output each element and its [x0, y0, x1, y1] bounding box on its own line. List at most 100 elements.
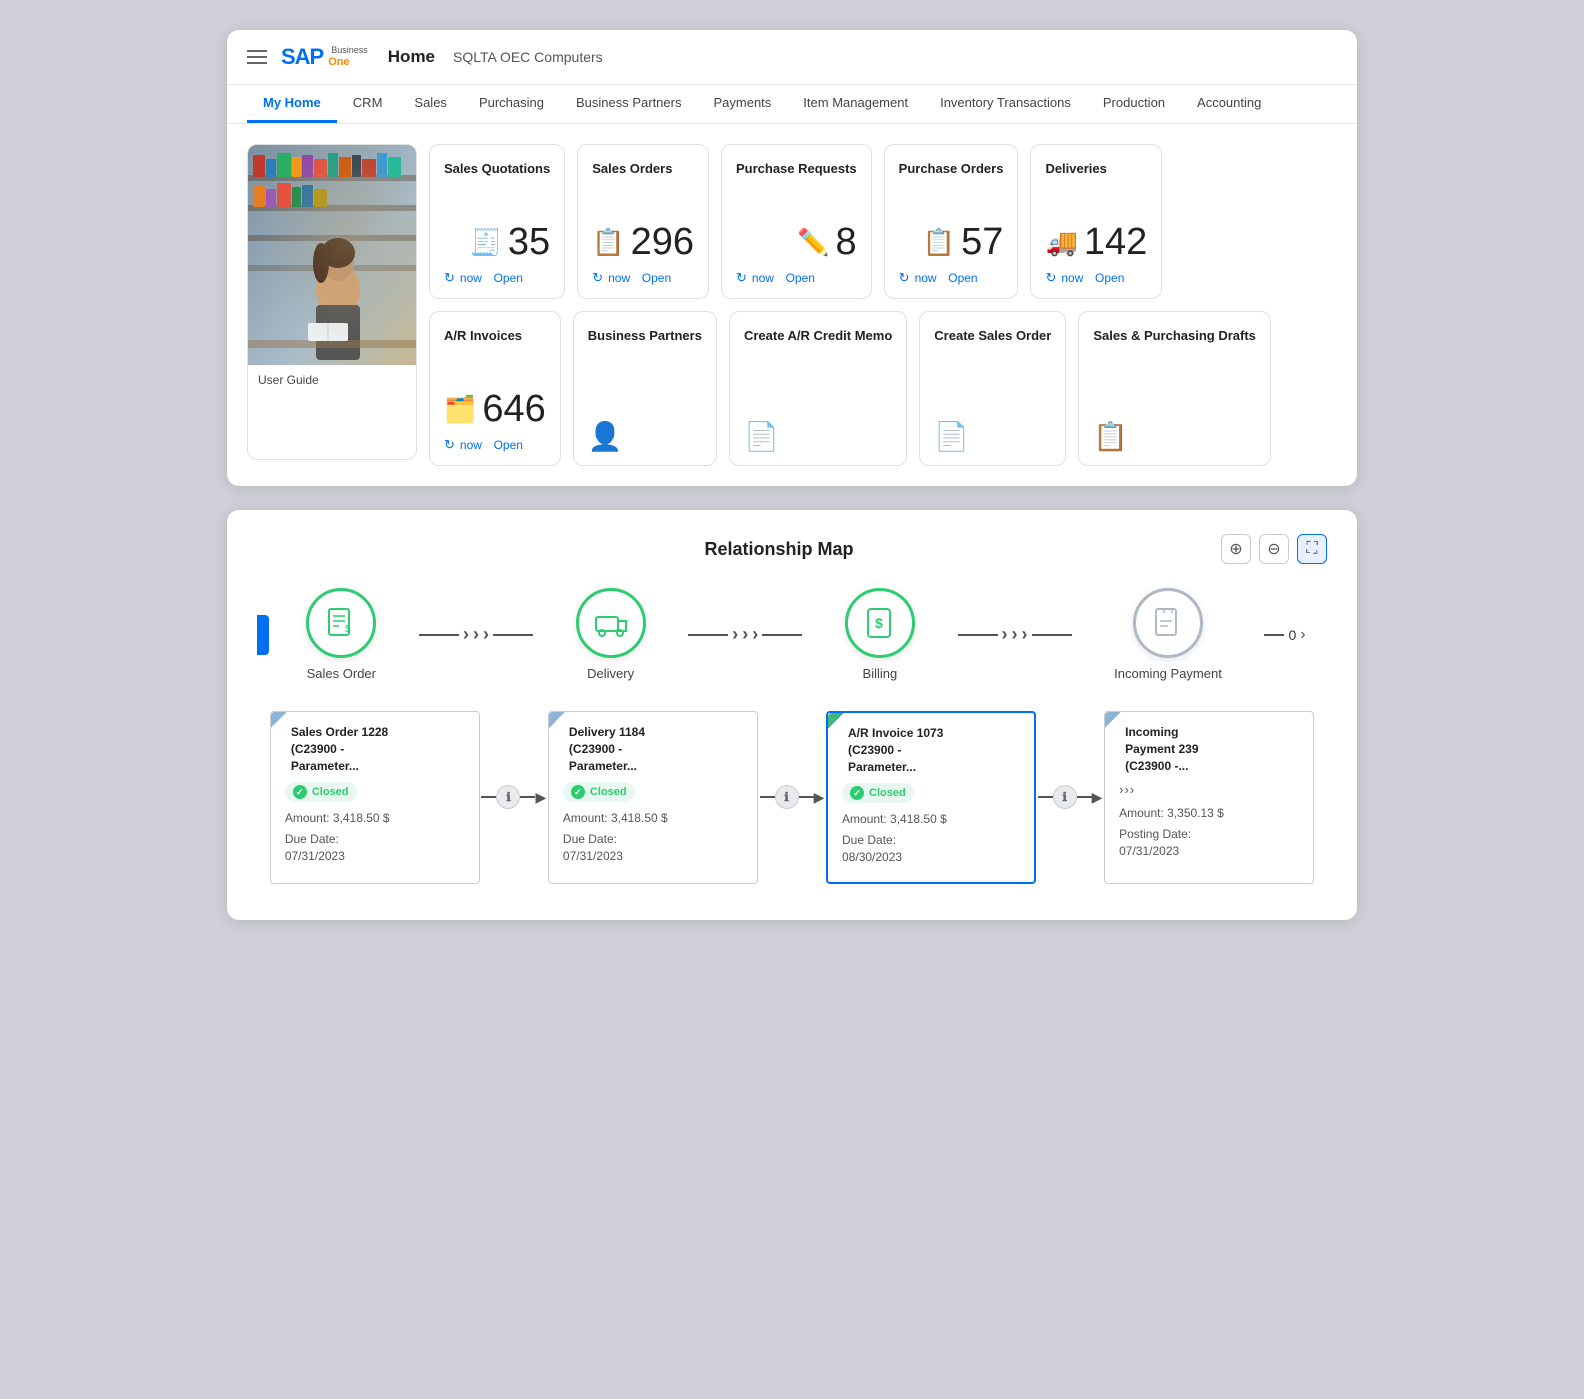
doc-arrow-3: ℹ ▶ — [1038, 711, 1103, 884]
doc-card-sales-order[interactable]: Sales Order 1228(C23900 -Parameter... ✓ … — [270, 711, 480, 884]
action-card-title: Create A/R Credit Memo — [744, 328, 892, 345]
action-card-title: Business Partners — [588, 328, 702, 345]
info-button-3[interactable]: ℹ — [1053, 785, 1077, 809]
doc-status-text: Closed — [312, 786, 349, 798]
info-button-2[interactable]: ℹ — [775, 785, 799, 809]
flow-end-number: 0 — [1288, 627, 1296, 643]
refresh-icon[interactable]: ↻ — [592, 270, 603, 286]
status-check-icon: ✓ — [850, 786, 864, 800]
doc-card-title: A/R Invoice 1073(C23900 -Parameter... — [848, 725, 1020, 775]
stat-card-sales-orders[interactable]: Sales Orders 📋 296 ↻ now Open — [577, 144, 709, 299]
stat-footer-text: now — [915, 271, 944, 285]
flow-node-delivery[interactable]: Delivery — [576, 588, 646, 681]
zoom-out-icon: ⊖ — [1267, 539, 1280, 559]
doc-card-incoming-payment[interactable]: IncomingPayment 239(C23900 -... ››› Amou… — [1104, 711, 1314, 884]
stat-card-deliveries[interactable]: Deliveries 🚚 142 ↻ now Open — [1030, 144, 1162, 299]
tab-purchasing[interactable]: Purchasing — [463, 85, 560, 123]
action-card-create-ar-credit-memo[interactable]: Create A/R Credit Memo 📄 — [729, 311, 907, 466]
doc-due-date: Due Date:07/31/2023 — [285, 831, 465, 865]
user-guide-card[interactable]: User Guide — [247, 144, 417, 460]
tab-business-partners[interactable]: Business Partners — [560, 85, 698, 123]
flow-node-billing[interactable]: $ Billing — [845, 588, 915, 681]
stat-open-label: Open — [948, 271, 977, 285]
action-card-business-partners[interactable]: Business Partners 👤 — [573, 311, 717, 466]
left-scroll-indicator[interactable] — [257, 615, 269, 655]
doc-status-text: Closed — [869, 787, 906, 799]
sap-one-label: One — [328, 56, 368, 68]
tab-crm[interactable]: CRM — [337, 85, 399, 123]
stat-card-purchase-requests[interactable]: Purchase Requests ✏️ 8 ↻ now Open — [721, 144, 872, 299]
stat-card-title: Sales Orders — [592, 161, 694, 195]
doc-arrow-2: ℹ ▶ — [760, 711, 825, 884]
doc-card-title: Sales Order 1228(C23900 -Parameter... — [291, 724, 465, 774]
incoming-payment-circle — [1133, 588, 1203, 658]
stat-card-title: Deliveries — [1045, 161, 1147, 195]
create-sales-order-icon: 📄 — [934, 408, 1051, 453]
refresh-icon[interactable]: ↻ — [444, 437, 455, 453]
tab-sales[interactable]: Sales — [398, 85, 463, 123]
flow-node-label: Billing — [863, 666, 898, 681]
doc-status-badge: ✓ Closed — [285, 782, 357, 802]
refresh-icon[interactable]: ↻ — [899, 270, 910, 286]
status-check-icon: ✓ — [293, 785, 307, 799]
doc-card-delivery[interactable]: Delivery 1184(C23900 -Parameter... ✓ Clo… — [548, 711, 758, 884]
tab-inventory-transactions[interactable]: Inventory Transactions — [924, 85, 1087, 123]
delivery-circle — [576, 588, 646, 658]
doc-arrow-1: ℹ ▶ — [481, 711, 546, 884]
action-card-create-sales-order[interactable]: Create Sales Order 📄 — [919, 311, 1066, 466]
flow-node-label: Sales Order — [307, 666, 376, 681]
stat-open-label: Open — [1095, 271, 1124, 285]
sales-order-circle: $ — [306, 588, 376, 658]
doc-amount: Amount: 3,418.50 $ — [285, 810, 465, 827]
tab-item-management[interactable]: Item Management — [787, 85, 924, 123]
stat-footer-text: now — [460, 271, 489, 285]
refresh-icon[interactable]: ↻ — [444, 270, 455, 286]
action-card-title: Create Sales Order — [934, 328, 1051, 345]
zoom-out-button[interactable]: ⊖ — [1259, 534, 1289, 564]
stat-open-label: Open — [494, 438, 523, 452]
page-title: Home — [388, 47, 435, 67]
sap-business-label: Business — [331, 46, 368, 56]
relationship-map-header: Relationship Map ⊕ ⊖ ⛶ — [257, 534, 1327, 564]
info-button-1[interactable]: ℹ — [496, 785, 520, 809]
doc-due-date: Due Date:08/30/2023 — [842, 832, 1020, 866]
purchase-requests-icon: ✏️ — [797, 227, 829, 258]
stat-card-sales-quotations[interactable]: Sales Quotations 🧾 35 ↻ now Open — [429, 144, 565, 299]
sales-quotations-count: 35 — [508, 221, 550, 264]
stat-card-ar-invoices[interactable]: A/R Invoices 🗂️ 646 ↻ now Open — [429, 311, 561, 466]
zoom-in-button[interactable]: ⊕ — [1221, 534, 1251, 564]
tab-payments[interactable]: Payments — [697, 85, 787, 123]
app-header: SAP Business One Home SQLTA OEC Computer… — [227, 30, 1357, 85]
stat-card-title: A/R Invoices — [444, 328, 546, 362]
fullscreen-button[interactable]: ⛶ — [1297, 534, 1327, 564]
doc-amount: Amount: 3,350.13 $ — [1119, 805, 1299, 822]
tab-accounting[interactable]: Accounting — [1181, 85, 1277, 123]
refresh-icon[interactable]: ↻ — [736, 270, 747, 286]
zoom-in-icon: ⊕ — [1229, 539, 1242, 559]
dashboard-area: User Guide Sales Quotations 🧾 35 — [227, 124, 1357, 486]
flow-node-sales-order[interactable]: $ Sales Order — [306, 588, 376, 681]
tab-my-home[interactable]: My Home — [247, 85, 337, 123]
deliveries-count: 142 — [1084, 221, 1147, 264]
sap-logo: SAP Business One — [281, 44, 368, 70]
relationship-map-title: Relationship Map — [337, 539, 1221, 560]
stat-card-title: Sales Quotations — [444, 161, 550, 195]
map-controls: ⊕ ⊖ ⛶ — [1221, 534, 1327, 564]
create-ar-credit-memo-icon: 📄 — [744, 408, 892, 453]
purchase-orders-icon: 📋 — [923, 227, 955, 258]
doc-card-ar-invoice[interactable]: A/R Invoice 1073(C23900 -Parameter... ✓ … — [826, 711, 1036, 884]
doc-due-date: Due Date:07/31/2023 — [563, 831, 743, 865]
top-panel: SAP Business One Home SQLTA OEC Computer… — [227, 30, 1357, 486]
refresh-icon[interactable]: ↻ — [1045, 270, 1056, 286]
stat-card-purchase-orders[interactable]: Purchase Orders 📋 57 ↻ now Open — [884, 144, 1019, 299]
sales-purchasing-drafts-icon: 📋 — [1093, 408, 1256, 453]
card-corner-indicator — [828, 713, 844, 729]
tab-production[interactable]: Production — [1087, 85, 1181, 123]
doc-card-title: Delivery 1184(C23900 -Parameter... — [569, 724, 743, 774]
hamburger-menu[interactable] — [247, 50, 267, 64]
action-card-sales-purchasing-drafts[interactable]: Sales & Purchasing Drafts 📋 — [1078, 311, 1271, 466]
action-card-title: Sales & Purchasing Drafts — [1093, 328, 1256, 345]
flow-node-incoming-payment[interactable]: Incoming Payment — [1114, 588, 1222, 681]
sales-orders-count: 296 — [631, 221, 694, 264]
sales-quotations-icon: 🧾 — [470, 227, 502, 258]
